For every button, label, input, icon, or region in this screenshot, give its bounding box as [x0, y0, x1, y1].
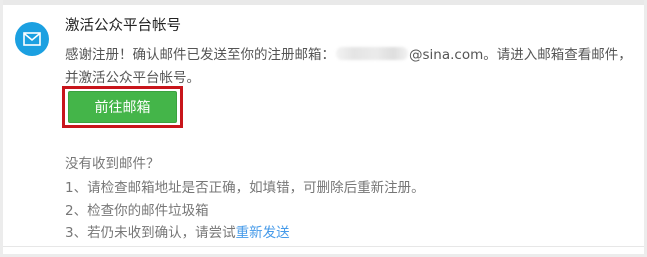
help-question: 没有收到邮件？ [65, 156, 160, 172]
confirmation-message-line2: 并激活公众平台帐号。 [65, 70, 200, 86]
bottom-divider [3, 246, 644, 247]
left-border [0, 0, 3, 257]
envelope-glyph [23, 32, 41, 46]
activation-page: 激活公众平台帐号 感谢注册！确认邮件已发送至你的注册邮箱： @sina.com。请… [0, 0, 647, 257]
redacted-email-user [336, 47, 408, 60]
confirmation-message-line1: 感谢注册！确认邮件已发送至你的注册邮箱： @sina.com。请进入邮箱查看邮件， [65, 43, 632, 63]
message-prefix: 感谢注册！确认邮件已发送至你的注册邮箱： [65, 47, 335, 63]
mail-icon [15, 22, 49, 56]
message-suffix: 。请进入邮箱查看邮件， [483, 47, 632, 63]
help-item-check-address: 1、请检查邮箱地址是否正确，如填错，可删除后重新注册。 [65, 180, 425, 196]
resend-link[interactable]: 重新发送 [236, 225, 290, 241]
help-item-resend: 3、若仍未收到确认，请尝试重新发送 [65, 221, 290, 241]
help-item-resend-text: 3、若仍未收到确认，请尝试 [65, 225, 236, 241]
top-border [0, 0, 647, 5]
go-to-mailbox-button[interactable]: 前往邮箱 [68, 91, 177, 123]
email-domain: @sina.com [409, 47, 484, 63]
help-item-check-spam: 2、检查你的邮件垃圾箱 [65, 203, 209, 219]
page-title: 激活公众平台帐号 [65, 18, 181, 34]
